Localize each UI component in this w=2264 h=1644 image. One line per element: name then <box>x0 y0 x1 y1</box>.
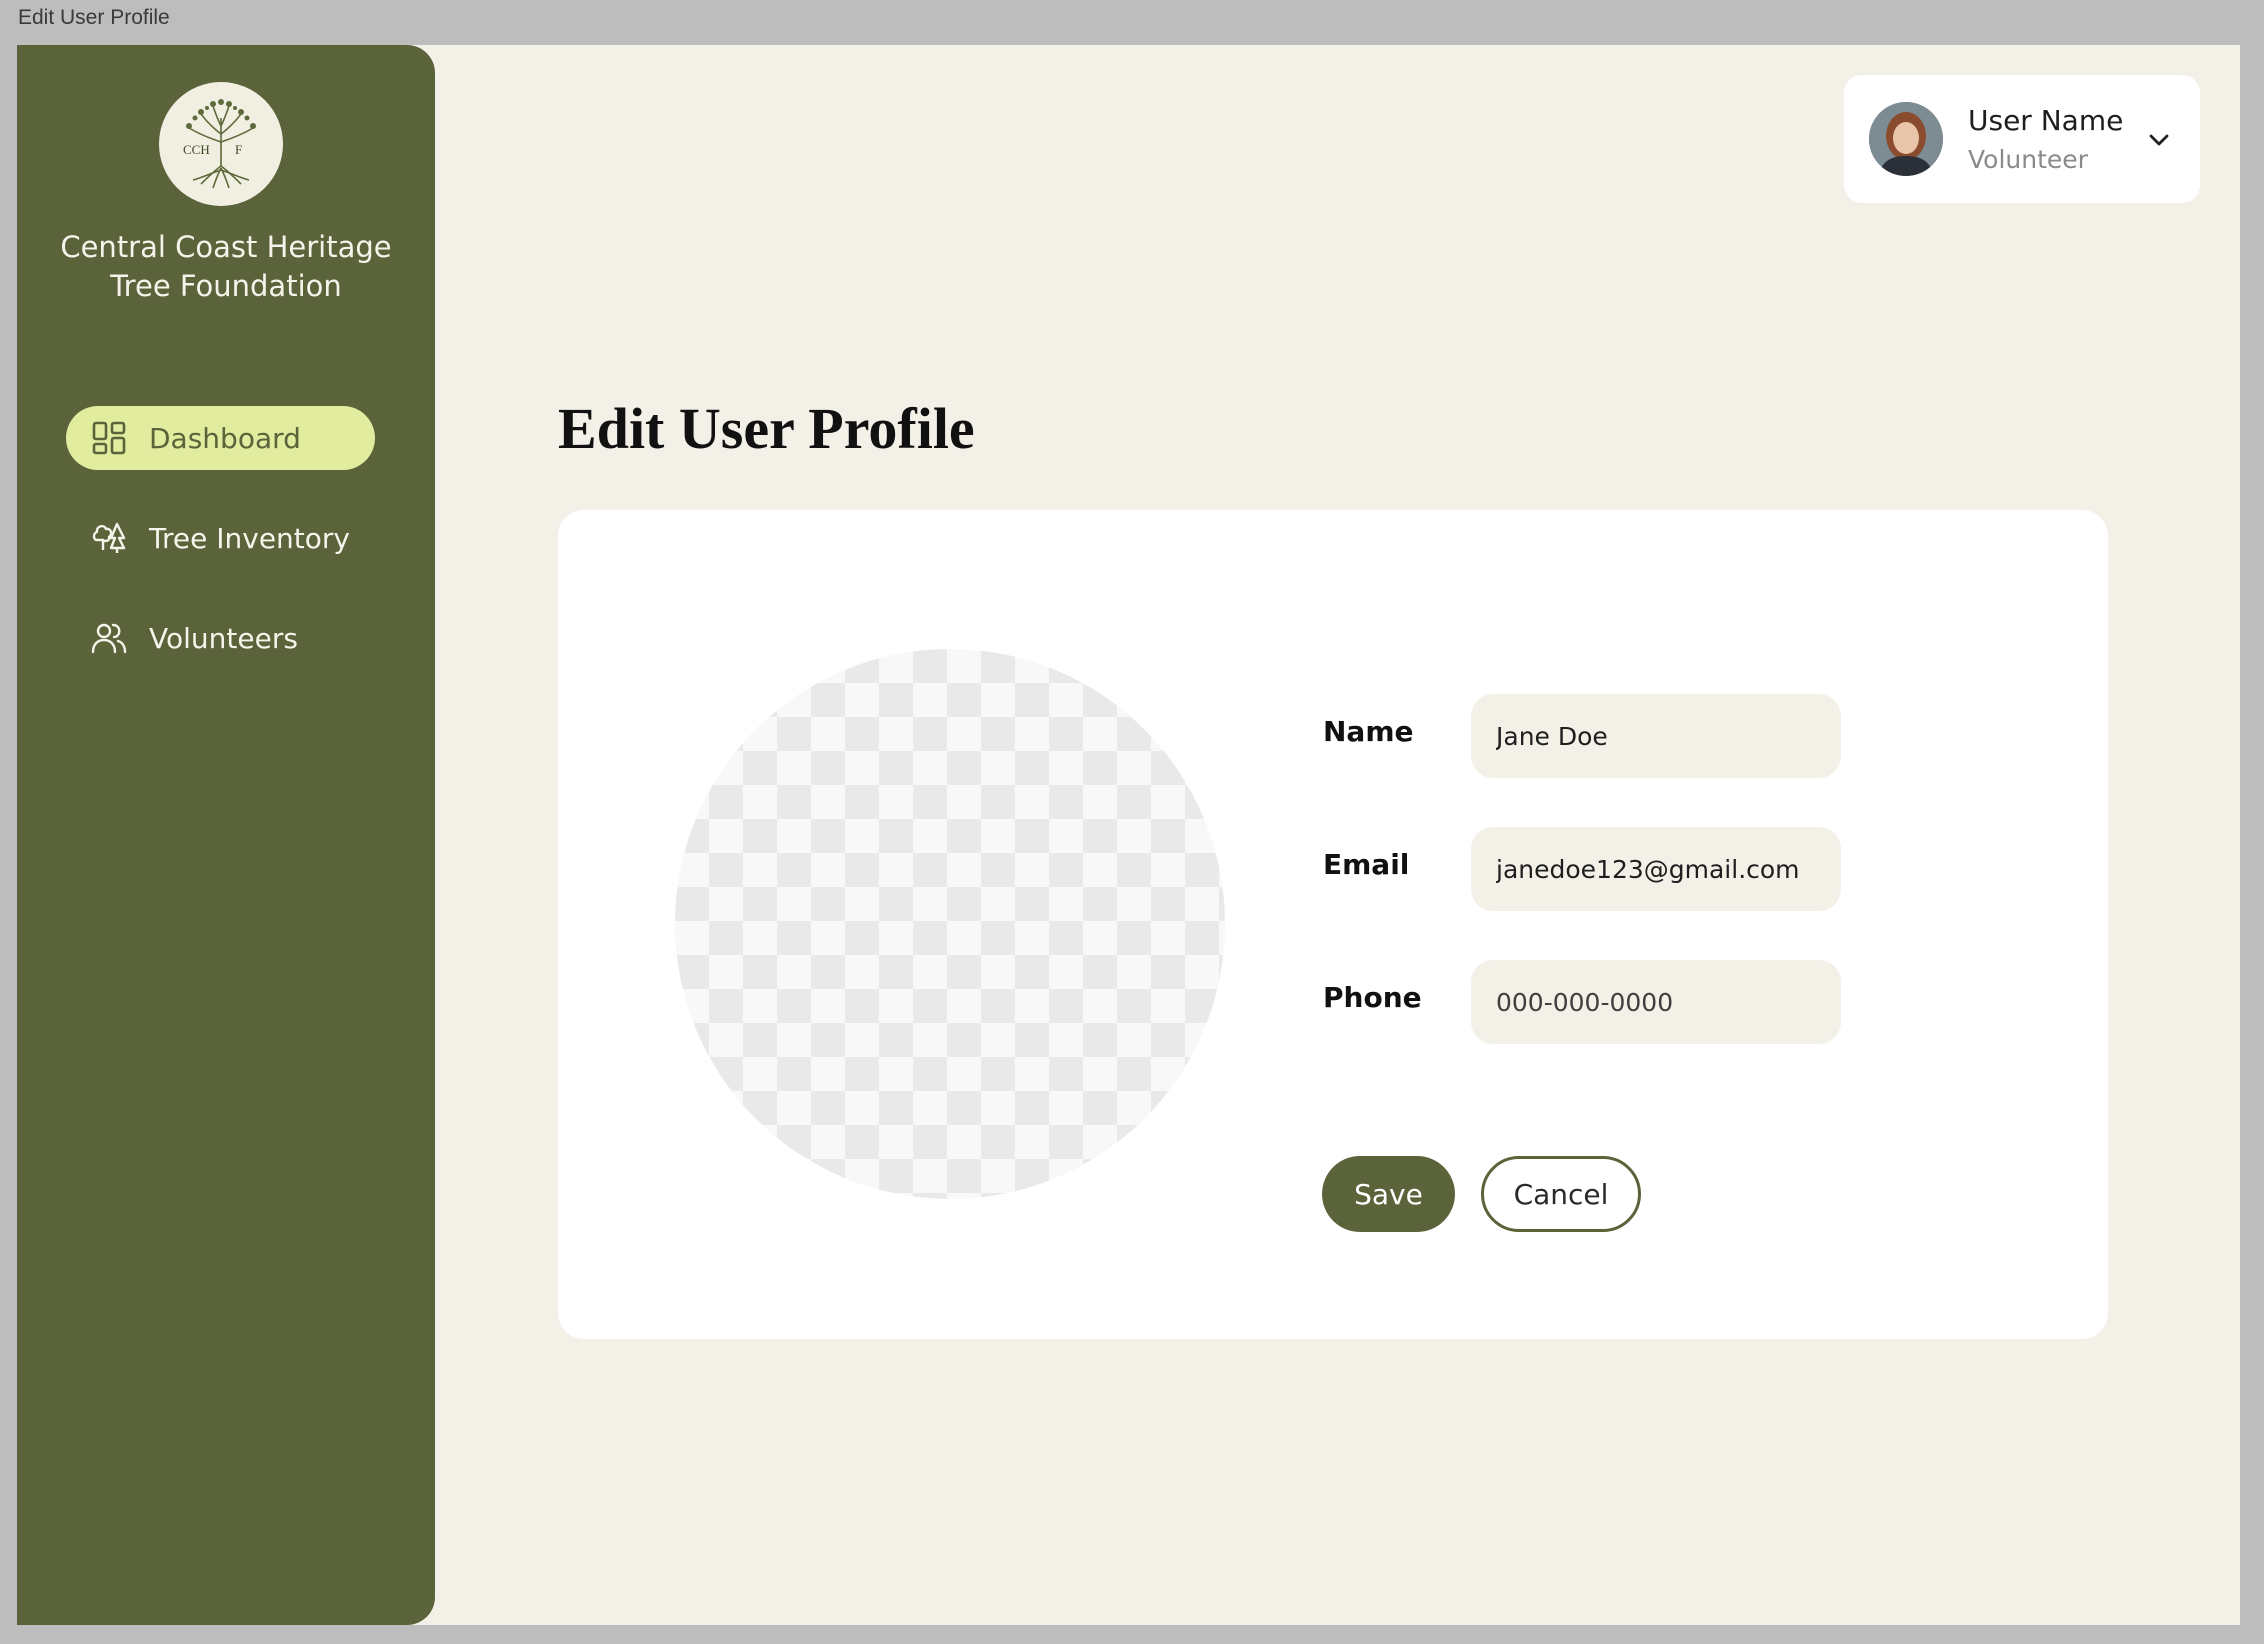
org-name-line1: Central Coast Heritage <box>60 230 392 264</box>
logo-text-left: CCH <box>183 142 210 157</box>
sidebar-item-label: Dashboard <box>149 421 301 455</box>
org-name-line2: Tree Foundation <box>110 269 342 303</box>
name-field[interactable] <box>1471 694 1841 778</box>
email-label: Email <box>1323 848 1410 881</box>
user-role: Volunteer <box>1968 145 2088 174</box>
sidebar-item-label: Tree Inventory <box>149 521 350 555</box>
sidebar-item-label: Volunteers <box>149 621 298 655</box>
save-button[interactable]: Save <box>1322 1156 1455 1232</box>
sidebar: CCH F Central Coast Heritage Tree Founda… <box>17 45 435 1625</box>
chevron-down-icon[interactable] <box>2144 125 2174 155</box>
app-frame: CCH F Central Coast Heritage Tree Founda… <box>17 45 2240 1625</box>
cancel-button[interactable]: Cancel <box>1481 1156 1641 1232</box>
user-menu[interactable]: User Name Volunteer <box>1844 75 2200 203</box>
sidebar-item-volunteers[interactable]: Volunteers <box>66 606 375 670</box>
avatar <box>1869 102 1943 176</box>
trees-icon <box>89 518 129 558</box>
tree-icon: CCH F <box>183 99 256 189</box>
org-logo: CCH F <box>159 82 283 206</box>
user-name: User Name <box>1968 104 2124 137</box>
dashboard-grid-icon <box>89 418 129 458</box>
phone-field[interactable] <box>1471 960 1841 1044</box>
users-icon <box>89 618 129 658</box>
org-name: Central Coast Heritage Tree Foundation <box>17 228 435 306</box>
sidebar-item-tree-inventory[interactable]: Tree Inventory <box>66 506 375 570</box>
name-label: Name <box>1323 715 1414 748</box>
window-title: Edit User Profile <box>18 6 170 29</box>
sidebar-item-dashboard[interactable]: Dashboard <box>66 406 375 470</box>
profile-photo-placeholder[interactable] <box>675 649 1225 1199</box>
page-title: Edit User Profile <box>558 396 975 461</box>
email-field[interactable] <box>1471 827 1841 911</box>
phone-label: Phone <box>1323 981 1422 1014</box>
logo-text-right: F <box>235 142 242 157</box>
